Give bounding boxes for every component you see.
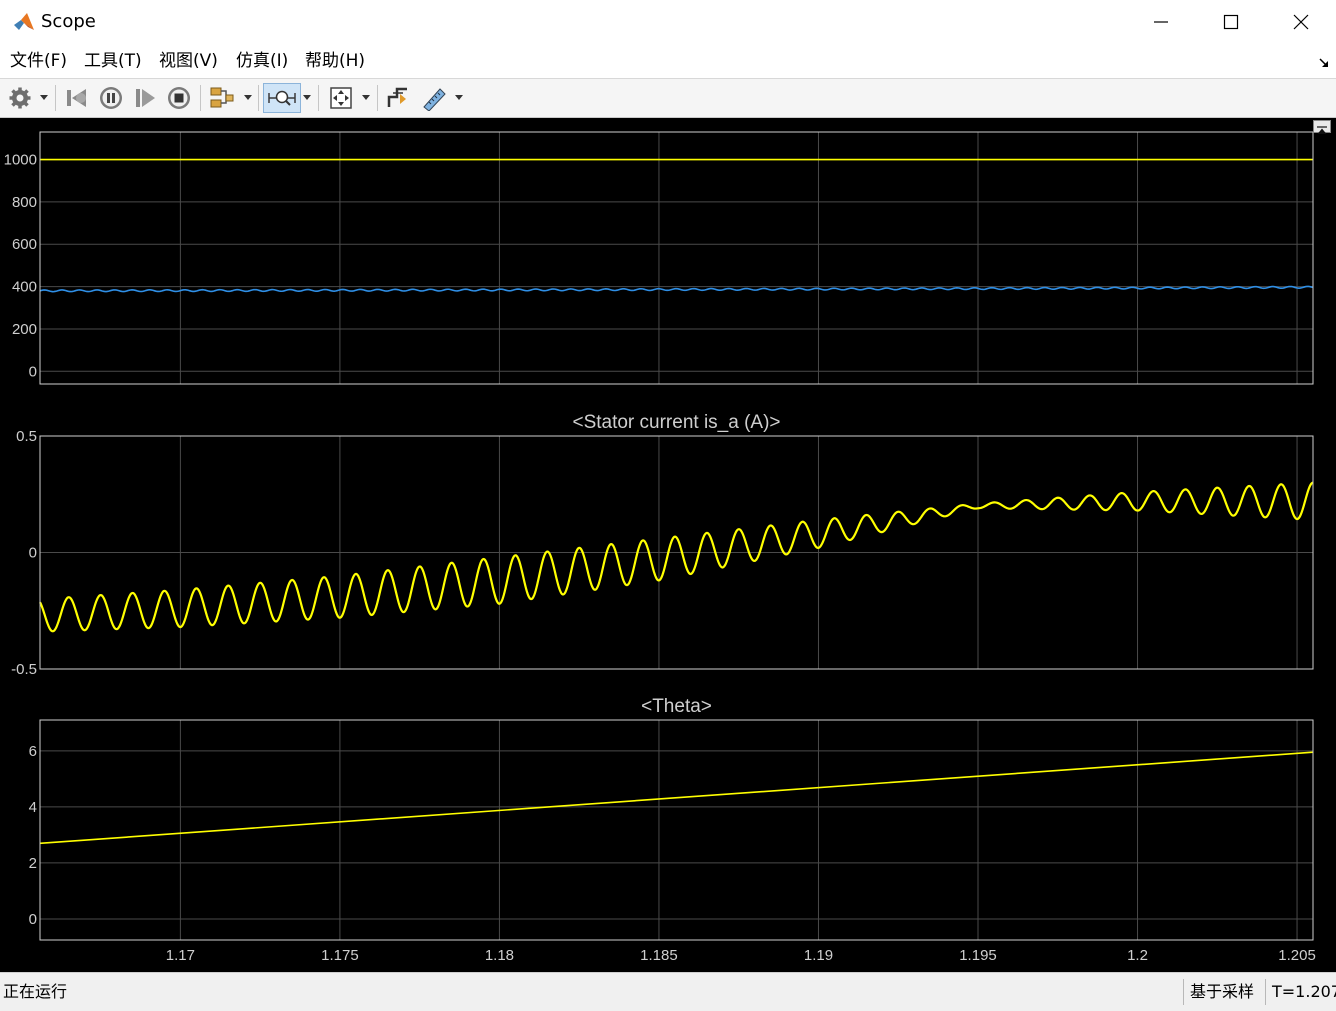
x-tick-label: 1.2	[1127, 947, 1148, 964]
step-forward-button[interactable]	[130, 83, 160, 113]
menu-bar: 文件(F) 工具(T) 视图(V) 仿真(I) 帮助(H)	[0, 44, 1336, 79]
stop-icon	[168, 87, 190, 109]
matlab-logo-icon	[14, 13, 34, 30]
y-tick-label: 1000	[4, 152, 37, 169]
settings-button[interactable]	[6, 83, 34, 113]
series-line-1	[39, 481, 1314, 633]
highlight-dropdown[interactable]	[243, 83, 253, 113]
sample-mode: 基于采样	[1183, 979, 1274, 1005]
chevron-down-icon	[40, 95, 48, 100]
toolbar-separator	[258, 85, 259, 111]
highlight-block-icon	[210, 87, 234, 108]
axes-title: <Stator current is_a (A)>	[572, 412, 780, 433]
toolbar-separator	[318, 85, 319, 111]
zoom-icon	[268, 90, 296, 106]
axes-2: -0.5 0 0.5 <Stator current is_a (A)>	[11, 412, 1314, 678]
y-tick-label: 200	[12, 321, 37, 338]
settings-dropdown[interactable]	[39, 83, 49, 113]
autoscale-button[interactable]	[325, 83, 357, 113]
chevron-down-icon	[244, 95, 252, 100]
x-tick-label: 1.18	[485, 947, 514, 964]
minimize-button[interactable]	[1126, 0, 1196, 44]
close-icon	[1293, 14, 1309, 30]
menu-file[interactable]: 文件(F)	[10, 49, 67, 73]
stop-button[interactable]	[164, 83, 194, 113]
y-tick-label: 0.5	[16, 428, 37, 445]
highlight-block-button[interactable]	[206, 83, 238, 113]
series-line-1	[39, 751, 1314, 845]
pause-button[interactable]	[96, 83, 126, 113]
toolbar	[0, 79, 1336, 118]
y-tick-label: 2	[29, 855, 37, 872]
maximize-button[interactable]	[1196, 0, 1266, 44]
series-line-2	[39, 285, 1314, 293]
y-tick-label: 6	[29, 743, 37, 760]
menu-help[interactable]: 帮助(H)	[305, 49, 365, 73]
simulation-time: T=1.207	[1265, 979, 1336, 1005]
y-tick-label: 600	[12, 236, 37, 253]
axes-3: 0 2 4 6 1.17 1.175 1.18 1.185 1.19 1.195 1.2 1.205 <…	[29, 696, 1316, 964]
x-tick-label: 1.175	[321, 947, 359, 964]
chevron-down-icon	[362, 95, 370, 100]
close-button[interactable]	[1266, 0, 1336, 44]
y-tick-label: 0	[29, 545, 37, 562]
x-tick-label: 1.17	[166, 947, 195, 964]
title-bar: Scope	[0, 0, 1336, 44]
y-tick-label: -0.5	[11, 661, 37, 678]
measurements-button[interactable]	[418, 83, 450, 113]
trigger-button[interactable]	[383, 83, 413, 113]
axes-1: 0 200 400 600 800 1000	[4, 131, 1314, 385]
window-title: Scope	[41, 11, 96, 32]
scope-display[interactable]: 0 200 400 600 800 1000 -0.5 0 0.5 <Stator current…	[0, 118, 1336, 972]
gear-icon	[9, 87, 31, 109]
y-tick-label: 0	[29, 911, 37, 928]
minimize-icon	[1154, 21, 1168, 23]
step-back-button[interactable]	[62, 83, 92, 113]
undock-arrow-icon[interactable]	[1318, 57, 1330, 69]
menu-tools[interactable]: 工具(T)	[84, 49, 142, 73]
measurements-dropdown[interactable]	[454, 83, 464, 113]
y-tick-label: 0	[29, 363, 37, 380]
step-back-icon	[67, 89, 86, 107]
toolbar-separator	[377, 85, 378, 111]
collapse-up-icon	[1317, 126, 1327, 134]
status-bar: 正在运行 基于采样 T=1.207	[0, 972, 1336, 1011]
collapse-toolstrip-button[interactable]	[1313, 120, 1331, 134]
x-tick-label: 1.195	[959, 947, 997, 964]
scope-plots[interactable]: 0 200 400 600 800 1000 -0.5 0 0.5 <Stator current…	[0, 118, 1336, 972]
pause-icon	[100, 87, 122, 109]
trigger-icon	[387, 87, 407, 107]
x-tick-label: 1.19	[804, 947, 833, 964]
autoscale-dropdown[interactable]	[361, 83, 371, 113]
measurements-icon	[423, 88, 446, 111]
menu-simulation[interactable]: 仿真(I)	[236, 49, 288, 73]
autoscale-icon	[330, 87, 352, 109]
y-tick-label: 400	[12, 279, 37, 296]
status-running: 正在运行	[3, 982, 68, 1001]
toolbar-separator	[55, 85, 56, 111]
maximize-icon	[1223, 14, 1239, 30]
step-forward-icon	[136, 89, 155, 107]
zoom-button[interactable]	[263, 83, 301, 113]
y-tick-label: 4	[29, 799, 37, 816]
chevron-down-icon	[455, 95, 463, 100]
toolbar-separator	[200, 85, 201, 111]
zoom-dropdown[interactable]	[302, 83, 312, 113]
menu-view[interactable]: 视图(V)	[159, 49, 218, 73]
x-tick-label: 1.185	[640, 947, 678, 964]
axes-title: <Theta>	[641, 696, 712, 717]
chevron-down-icon	[303, 95, 311, 100]
x-tick-label: 1.205	[1278, 947, 1316, 964]
y-tick-label: 800	[12, 194, 37, 211]
axes-frame	[39, 131, 1314, 385]
